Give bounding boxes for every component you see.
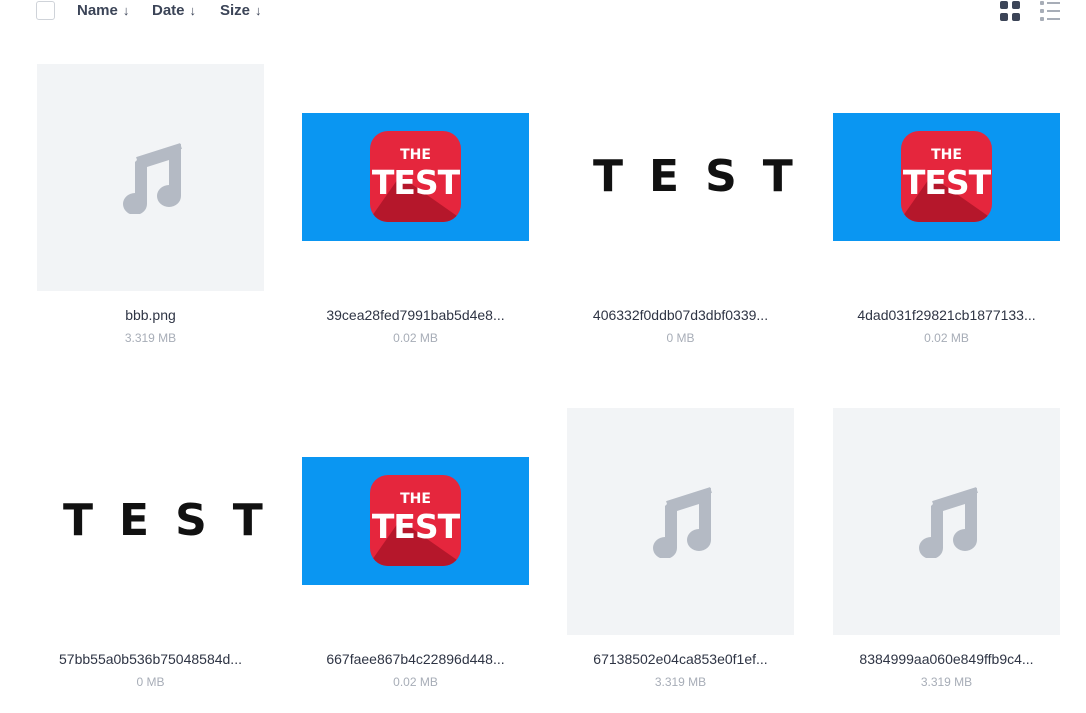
sort-by-date-button[interactable]: Date ↓ bbox=[152, 2, 196, 19]
sort-by-size-button[interactable]: Size ↓ bbox=[220, 2, 262, 19]
file-name[interactable]: 39cea28fed7991bab5d4e8... bbox=[296, 307, 535, 323]
logo-text-top: THE bbox=[400, 491, 431, 507]
music-note-icon bbox=[123, 143, 182, 214]
test-logo-image: THE TEST bbox=[370, 131, 461, 222]
file-name[interactable]: bbb.png bbox=[31, 307, 270, 323]
sort-date-label: Date bbox=[152, 2, 185, 19]
image-preview: THE TEST bbox=[302, 457, 529, 585]
test-word-image: TEST bbox=[63, 495, 289, 546]
file-thumbnail[interactable] bbox=[37, 64, 264, 291]
file-name[interactable]: 8384999aa060e849ffb9c4... bbox=[827, 651, 1066, 667]
file-size: 0.02 MB bbox=[393, 331, 438, 345]
file-size: 3.319 MB bbox=[124, 331, 177, 345]
file-thumbnail[interactable]: THE TEST bbox=[302, 64, 529, 291]
music-note-icon bbox=[653, 487, 712, 558]
file-size: 3.319 MB bbox=[920, 675, 973, 689]
file-name[interactable]: 667faee867b4c22896d448... bbox=[296, 651, 535, 667]
file-size: 0 MB bbox=[666, 331, 695, 345]
sort-size-label: Size bbox=[220, 2, 251, 19]
file-name[interactable]: 57bb55a0b536b75048584d... bbox=[31, 651, 270, 667]
file-thumbnail[interactable] bbox=[567, 408, 794, 635]
file-size: 0.02 MB bbox=[924, 331, 969, 345]
test-logo-image: THE TEST bbox=[370, 475, 461, 566]
file-name[interactable]: 406332f0ddb07d3dbf0339... bbox=[561, 307, 800, 323]
test-logo-image: THE TEST bbox=[901, 131, 992, 222]
file-thumbnail[interactable] bbox=[833, 408, 1060, 635]
list-view-icon[interactable] bbox=[1039, 0, 1061, 22]
select-all-checkbox[interactable] bbox=[36, 1, 55, 20]
image-preview: THE TEST bbox=[833, 113, 1060, 241]
file-name[interactable]: 67138502e04ca853e0f1ef... bbox=[561, 651, 800, 667]
test-word-image: TEST bbox=[593, 151, 819, 202]
logo-text-bottom: TEST bbox=[902, 163, 991, 202]
file-thumbnail[interactable]: TEST bbox=[37, 408, 264, 635]
music-note-icon bbox=[919, 487, 978, 558]
sort-by-name-button[interactable]: Name ↓ bbox=[77, 2, 129, 19]
file-thumbnail[interactable]: TEST bbox=[567, 64, 794, 291]
logo-text-bottom: TEST bbox=[371, 507, 460, 546]
arrow-down-icon: ↓ bbox=[189, 3, 197, 18]
arrow-down-icon: ↓ bbox=[255, 3, 262, 18]
arrow-down-icon: ↓ bbox=[122, 3, 130, 18]
file-size: 0.02 MB bbox=[393, 675, 438, 689]
file-thumbnail[interactable]: THE TEST bbox=[833, 64, 1060, 291]
file-name[interactable]: 4dad031f29821cb1877133... bbox=[827, 307, 1066, 323]
image-preview: THE TEST bbox=[302, 113, 529, 241]
grid-view-icon[interactable] bbox=[999, 0, 1021, 22]
logo-text-top: THE bbox=[931, 147, 962, 163]
sort-toolbar: Name ↓ Date ↓ Size ↓ bbox=[0, 0, 1086, 24]
sort-name-label: Name bbox=[77, 2, 118, 19]
file-size: 3.319 MB bbox=[654, 675, 707, 689]
file-size: 0 MB bbox=[136, 675, 165, 689]
logo-text-top: THE bbox=[400, 147, 431, 163]
file-thumbnail[interactable]: THE TEST bbox=[302, 408, 529, 635]
logo-text-bottom: TEST bbox=[371, 163, 460, 202]
